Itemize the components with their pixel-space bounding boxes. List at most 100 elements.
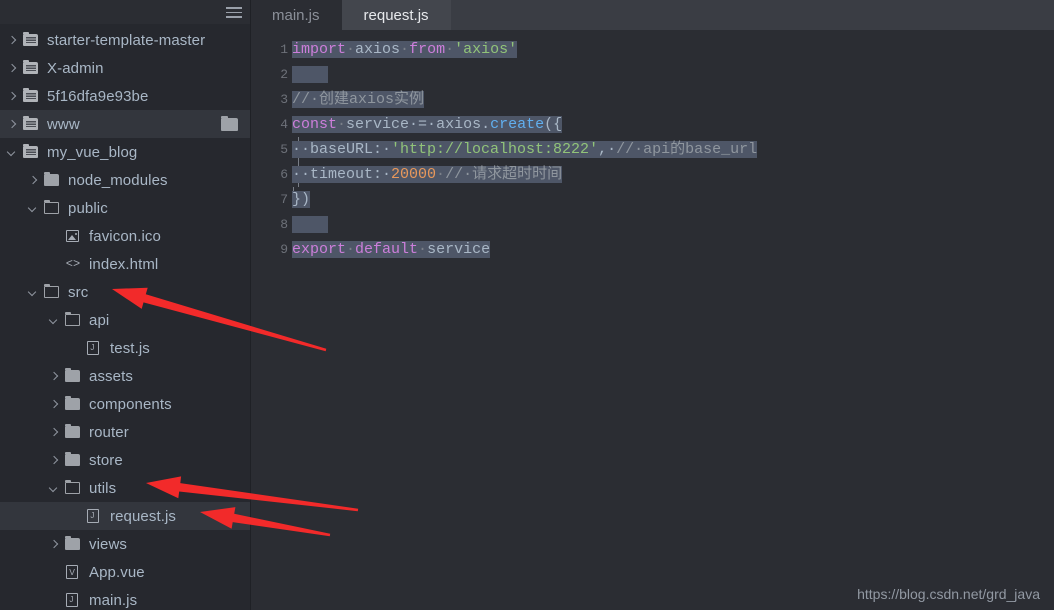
module-folder-icon-glyph xyxy=(23,60,38,74)
tree-row-app-vue[interactable]: App.vue xyxy=(0,558,250,586)
code-editor-pane: main.jsrequest.js 1234−56789 import·axio… xyxy=(250,0,1054,610)
sidebar-divider[interactable] xyxy=(250,0,258,610)
tree-row-store[interactable]: store xyxy=(0,446,250,474)
tree-row-index-html[interactable]: <> index.html xyxy=(0,250,250,278)
vue-file-icon-glyph xyxy=(66,565,78,579)
chevron-right-icon[interactable] xyxy=(6,34,19,47)
folder-open-icon xyxy=(64,311,82,328)
tree-row-label: 5f16dfa9e93be xyxy=(47,87,149,105)
code-line: export·default·service xyxy=(292,237,1054,262)
code-token-dot: · xyxy=(445,41,455,58)
folder-icon-glyph xyxy=(65,368,80,382)
code-token-cmt: //·创建axios实例 xyxy=(292,91,425,108)
tree-row-api[interactable]: api xyxy=(0,306,250,334)
row-folder-icon[interactable] xyxy=(221,116,238,131)
folder-icon xyxy=(64,396,82,412)
chevron-right-icon[interactable] xyxy=(6,90,19,103)
tree-row-public[interactable]: public xyxy=(0,194,250,222)
tree-row-router[interactable]: router xyxy=(0,418,250,446)
tree-row-assets[interactable]: assets xyxy=(0,362,250,390)
code-token-str: 'http://localhost:8222' xyxy=(391,141,599,158)
editor-tab-request-js[interactable]: request.js xyxy=(341,0,451,30)
code-token-plain: ({ xyxy=(544,116,563,133)
tree-row-views[interactable]: views xyxy=(0,530,250,558)
tree-row-label: my_vue_blog xyxy=(47,143,138,161)
editor-tab-main-js[interactable]: main.js xyxy=(250,0,342,30)
code-content[interactable]: import·axios·from·'axios' //·创建axios实例 co… xyxy=(292,30,1054,610)
image-icon-glyph xyxy=(66,230,79,242)
code-token-cmt: //·api的base_url xyxy=(616,141,758,158)
tree-row-label: index.html xyxy=(89,255,159,273)
chevron-right-icon[interactable] xyxy=(27,174,40,187)
tree-row-request-js[interactable]: request.js xyxy=(0,502,250,530)
chevron-down-icon[interactable] xyxy=(27,286,40,299)
folder-open-icon xyxy=(43,199,61,216)
hamburger-icon[interactable] xyxy=(226,7,242,18)
module-folder-icon-glyph xyxy=(23,88,38,102)
tree-row-main-js[interactable]: main.js xyxy=(0,586,250,610)
folder-icon xyxy=(43,172,61,188)
folder-open-icon-glyph xyxy=(43,283,59,298)
code-line xyxy=(292,62,1054,87)
code-token-plain: service xyxy=(427,241,491,258)
ide-window: starter-template-master X-admin 5f16dfa9e9… xyxy=(0,0,1054,610)
tree-row-my-vue-blog[interactable]: my_vue_blog xyxy=(0,138,250,166)
tree-row-starter-template-master[interactable]: starter-template-master xyxy=(0,26,250,54)
tree-row-utils[interactable]: utils xyxy=(0,474,250,502)
tree-row-components[interactable]: components xyxy=(0,390,250,418)
chevron-right-icon[interactable] xyxy=(48,426,61,439)
chevron-right-icon[interactable] xyxy=(48,398,61,411)
folder-icon-glyph xyxy=(65,396,80,410)
module-folder-icon-glyph xyxy=(23,32,38,46)
folder-open-icon xyxy=(64,479,82,496)
js-file-icon xyxy=(64,592,82,608)
vue-file-icon xyxy=(64,564,82,580)
tree-row-label: starter-template-master xyxy=(47,31,206,49)
tree-row-node-modules[interactable]: node_modules xyxy=(0,166,250,194)
tree-row-5f16dfa9e93be[interactable]: 5f16dfa9e93be xyxy=(0,82,250,110)
code-line-selection xyxy=(292,66,329,83)
folder-open-icon xyxy=(43,283,61,300)
chevron-right-icon[interactable] xyxy=(48,370,61,383)
chevron-right-icon[interactable] xyxy=(48,538,61,551)
folder-open-icon-glyph xyxy=(64,479,80,494)
code-line-selection: //·创建axios实例 xyxy=(292,91,425,108)
chevron-right-icon[interactable] xyxy=(48,454,61,467)
code-token-plain: axios xyxy=(355,41,401,58)
code-token-kw: default xyxy=(355,241,419,258)
chevron-down-icon[interactable] xyxy=(27,202,40,215)
chevron-down-icon[interactable] xyxy=(48,314,61,327)
folder-icon xyxy=(64,452,82,468)
chevron-down-icon[interactable] xyxy=(6,146,19,159)
tree-row-favicon-ico[interactable]: favicon.ico xyxy=(0,222,250,250)
code-line-selection: }) xyxy=(292,191,311,208)
chevron-down-icon[interactable] xyxy=(48,482,61,495)
tree-row-src[interactable]: src xyxy=(0,278,250,306)
code-token-kw: from xyxy=(409,41,446,58)
chevron-right-icon[interactable] xyxy=(6,62,19,75)
code-token-cmt: //·请求超时时间 xyxy=(445,166,563,183)
code-token-plain: ·=· xyxy=(409,116,437,133)
code-token-plain: ,· xyxy=(598,141,617,158)
chevron-right-icon[interactable] xyxy=(6,118,19,131)
folder-icon-glyph xyxy=(44,172,59,186)
code-line: import·axios·from·'axios' xyxy=(292,37,1054,62)
module-folder-icon-glyph xyxy=(23,116,38,130)
tree-row-x-admin[interactable]: X-admin xyxy=(0,54,250,82)
code-token-kw: const xyxy=(292,116,338,133)
code-token-str: 'axios' xyxy=(454,41,518,58)
code-line: ··timeout:·20000·//·请求超时时间 xyxy=(292,162,1054,187)
code-token-plain: service xyxy=(346,116,410,133)
tree-row-www[interactable]: www xyxy=(0,110,250,138)
project-sidebar: starter-template-master X-admin 5f16dfa9e9… xyxy=(0,0,250,610)
js-file-icon xyxy=(85,340,103,356)
tree-row-label: public xyxy=(68,199,108,217)
watermark-text: https://blog.csdn.net/grd_java xyxy=(857,586,1040,602)
code-token-plain: ··baseURL:· xyxy=(292,141,392,158)
tree-row-test-js[interactable]: test.js xyxy=(0,334,250,362)
code-token-num: 20000 xyxy=(391,166,437,183)
js-file-icon-glyph xyxy=(66,593,78,607)
tree-row-label: X-admin xyxy=(47,59,104,77)
